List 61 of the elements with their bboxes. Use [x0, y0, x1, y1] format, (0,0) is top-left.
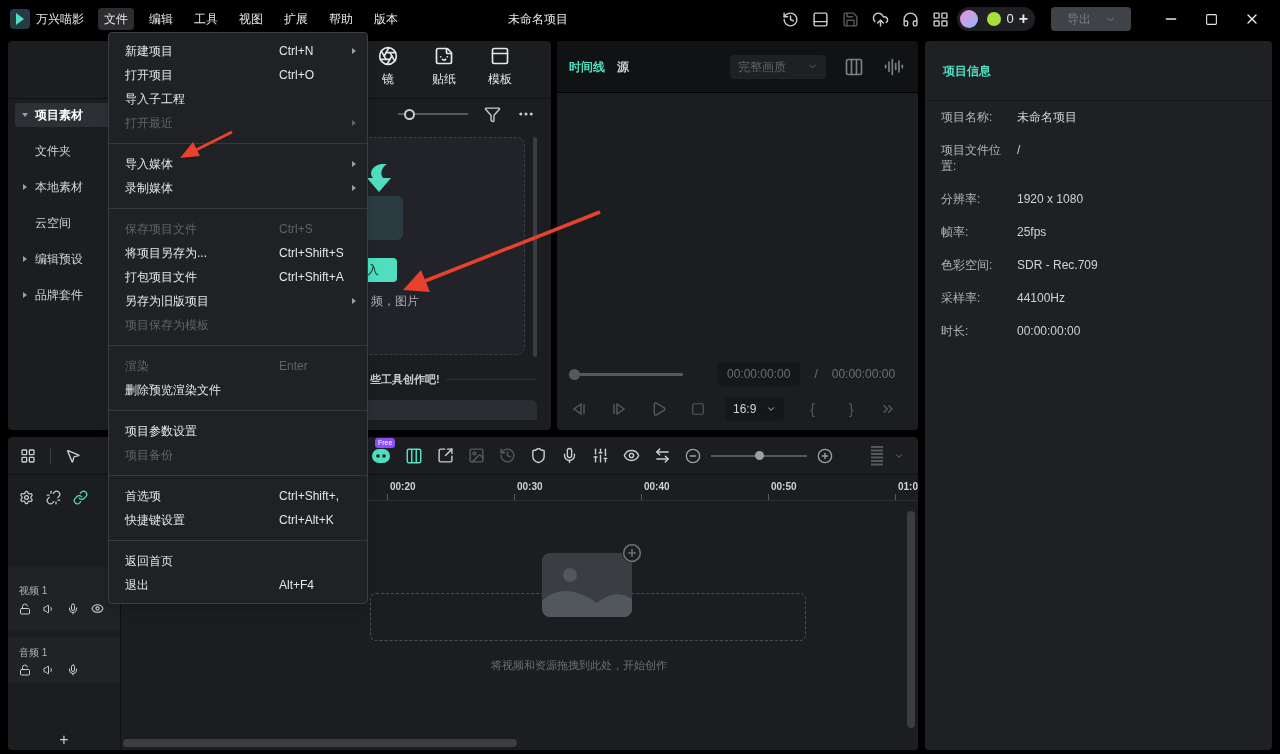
- menu-bar-item[interactable]: 文件: [98, 8, 134, 30]
- menu-bar-item[interactable]: 编辑: [143, 8, 179, 30]
- preview-tab[interactable]: 时间线: [569, 57, 605, 76]
- menu-bar-item[interactable]: 视图: [233, 8, 269, 30]
- ruler-label: 00:50: [770, 480, 798, 494]
- info-value: 1920 x 1080: [1017, 191, 1084, 207]
- sidebar-item[interactable]: 项目素材: [15, 103, 110, 127]
- info-value: SDR - Rec.709: [1017, 257, 1098, 273]
- total-time: 00:00:00:00: [831, 366, 896, 383]
- info-label: 色彩空间:: [941, 257, 994, 273]
- credits-count: 0: [1006, 10, 1014, 29]
- section-title: 些工具创作吧!: [370, 372, 440, 387]
- menu-bar-item[interactable]: 版本: [368, 8, 404, 30]
- app-name: 万兴喵影: [36, 11, 84, 28]
- window-title: 未命名项目: [507, 11, 568, 28]
- info-label: 项目名称:: [941, 109, 994, 125]
- sidebar-item[interactable]: 文件夹: [15, 139, 110, 163]
- track-name: 视频 1: [19, 584, 49, 598]
- panel-title: 项目信息: [943, 62, 991, 80]
- sidebar-item[interactable]: 编辑预设: [15, 247, 110, 271]
- sidebar-item[interactable]: 云空间: [15, 211, 110, 235]
- info-label: 采样率:: [941, 290, 982, 306]
- media-tab[interactable]: 贴纸: [416, 46, 472, 88]
- drop-hint: 将视频和资源拖拽到此处，开始创作: [491, 658, 668, 673]
- info-value: 25fps: [1017, 224, 1047, 240]
- ruler-label: 00:20: [389, 480, 417, 494]
- menu-bar-item[interactable]: 扩展: [278, 8, 314, 30]
- info-label: 帧率:: [941, 224, 970, 240]
- track-header[interactable]: 视频 1: [8, 567, 120, 631]
- menu-item[interactable]: 快捷键设置 Ctrl+Alt+K: [109, 508, 367, 532]
- menu-item[interactable]: 录制媒体: [109, 176, 367, 200]
- add-credits-button[interactable]: +: [1018, 11, 1032, 27]
- info-value: 00:00:00:00: [1017, 323, 1081, 339]
- menu-item[interactable]: 项目参数设置: [109, 419, 367, 443]
- menu-bar-item[interactable]: 帮助: [323, 8, 359, 30]
- menu-item[interactable]: 另存为旧版项目: [109, 289, 367, 313]
- time-separator: /: [814, 366, 818, 383]
- ruler-label: 00:30: [516, 480, 544, 494]
- info-value: 未命名项目: [1017, 109, 1077, 125]
- account-pill[interactable]: 0 +: [957, 7, 1035, 31]
- info-label: 项目文件位置:: [941, 142, 1002, 174]
- track-header[interactable]: 音频 1: [8, 637, 120, 683]
- ruler-label: 00:40: [643, 480, 671, 494]
- info-label: 分辨率:: [941, 191, 982, 207]
- ruler-label: 01:0: [897, 480, 918, 494]
- media-tab[interactable]: 模板: [472, 46, 528, 88]
- info-value: 44100Hz: [1017, 290, 1066, 306]
- import-hint: 频，图片: [371, 293, 419, 310]
- menu-item[interactable]: 导入媒体: [109, 152, 367, 176]
- menu-bar-item[interactable]: 工具: [188, 8, 224, 30]
- menu-item[interactable]: 删除预览渲染文件: [109, 378, 367, 402]
- add-track-button[interactable]: +: [59, 732, 69, 748]
- sidebar-item[interactable]: 本地素材: [15, 175, 110, 199]
- preview-tab[interactable]: 源: [617, 57, 629, 76]
- info-value: /: [1017, 142, 1021, 158]
- sidebar-item[interactable]: 品牌套件: [15, 283, 110, 307]
- info-label: 时长:: [941, 323, 970, 339]
- menu-item[interactable]: 导入子工程: [109, 87, 367, 111]
- aspect-ratio-dropdown[interactable]: 16:9: [725, 397, 785, 421]
- track-name: 音频 1: [19, 645, 49, 660]
- current-time: 00:00:00:00: [717, 362, 801, 386]
